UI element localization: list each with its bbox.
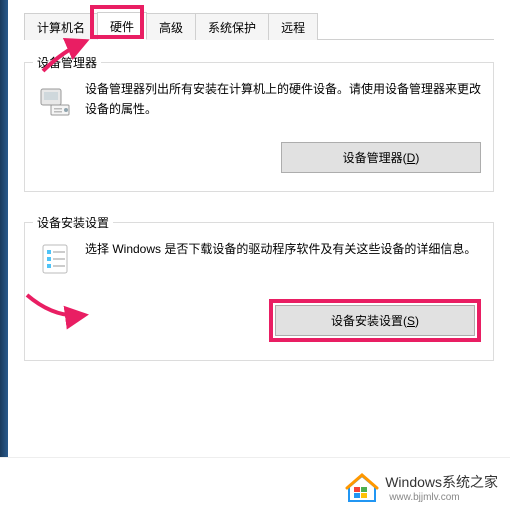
watermark-strip: Windows系统之家 www.bjjmlv.com [0, 457, 510, 517]
checklist-icon [37, 241, 73, 277]
groupbox-device-install: 设备安装设置 选择 Windows 是否下载设备的驱动程序软件及有关这些设备的详… [24, 222, 494, 361]
device-manager-button[interactable]: 设备管理器(D) [281, 142, 481, 173]
system-properties-dialog: 计算机名 硬件 高级 系统保护 远程 设备管理器 设备管理器列出所有安装在计算机… [8, 0, 510, 457]
watermark-brand: Windows系统之家 [385, 472, 498, 492]
annotation-arrow-button [25, 289, 95, 333]
tab-computer-name[interactable]: 计算机名 [24, 13, 98, 40]
device-manager-button-label: 设备管理器(D) [343, 151, 420, 165]
windows-house-icon [345, 473, 379, 503]
tab-hardware[interactable]: 硬件 [97, 12, 147, 40]
device-install-description: 选择 Windows 是否下载设备的驱动程序软件及有关这些设备的详细信息。 [85, 239, 481, 277]
watermark-logo: Windows系统之家 www.bjjmlv.com [345, 472, 498, 503]
device-install-button-label: 设备安装设置(S) [331, 314, 419, 328]
groupbox-title-device-install: 设备安装设置 [33, 214, 113, 231]
tab-strip: 计算机名 硬件 高级 系统保护 远程 [24, 12, 494, 40]
annotation-highlight-button: 设备安装设置(S) [269, 299, 481, 342]
watermark-url: www.bjjmlv.com [389, 492, 498, 503]
device-manager-icon [37, 81, 73, 117]
window-left-edge [0, 0, 8, 517]
groupbox-device-manager: 设备管理器 设备管理器列出所有安装在计算机上的硬件设备。请使用设备管理器来更改设… [24, 62, 494, 192]
tab-system-protection[interactable]: 系统保护 [195, 13, 269, 40]
groupbox-title-device-manager: 设备管理器 [33, 54, 101, 71]
device-install-settings-button[interactable]: 设备安装设置(S) [275, 305, 475, 336]
device-manager-description: 设备管理器列出所有安装在计算机上的硬件设备。请使用设备管理器来更改设备的属性。 [85, 79, 481, 120]
tab-advanced[interactable]: 高级 [146, 13, 196, 40]
tab-remote[interactable]: 远程 [268, 13, 318, 40]
